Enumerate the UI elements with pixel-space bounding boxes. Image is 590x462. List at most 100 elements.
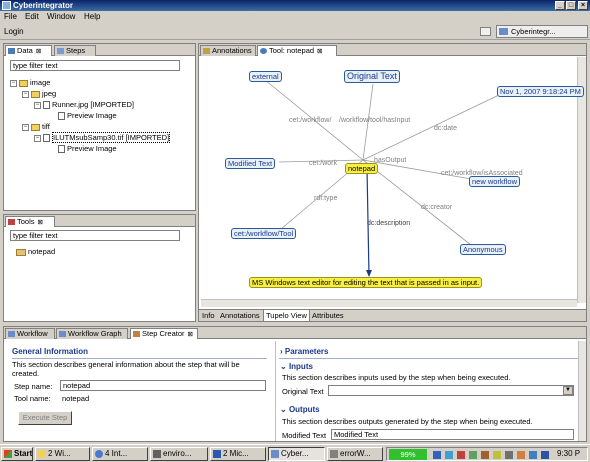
edge-label: hasOutput bbox=[374, 157, 407, 164]
original-text-label: Original Text bbox=[282, 387, 324, 396]
tab-annotations[interactable]: Annotations bbox=[200, 45, 256, 56]
task-microsoft[interactable]: 2 Mic... bbox=[210, 447, 266, 461]
tab-tool-notepad[interactable]: Tool: notepad ⊠ bbox=[257, 45, 337, 56]
tray-app-icon[interactable] bbox=[505, 451, 513, 459]
collapse-icon[interactable]: − bbox=[10, 79, 17, 87]
task-cyberintegrator[interactable]: Cyber... bbox=[268, 447, 325, 461]
tray-app-icon[interactable] bbox=[493, 451, 501, 459]
tab-data[interactable]: Data ⊠ bbox=[5, 45, 52, 56]
battery-indicator[interactable]: 99% bbox=[389, 449, 427, 460]
chevron-down-icon: ⌄ bbox=[280, 405, 289, 414]
close-button[interactable]: × bbox=[578, 1, 588, 10]
info-icon bbox=[260, 48, 267, 54]
close-icon[interactable]: ⊠ bbox=[36, 48, 41, 55]
task-internet[interactable]: 4 Int... bbox=[92, 447, 148, 461]
folder-icon bbox=[19, 79, 28, 87]
start-button[interactable]: Start bbox=[1, 447, 33, 461]
menu-help[interactable]: Help bbox=[84, 12, 100, 21]
folder-icon bbox=[38, 450, 46, 458]
node-new-workflow[interactable]: new workflow bbox=[469, 176, 521, 187]
node-modified-text[interactable]: Modified Text bbox=[225, 158, 276, 169]
collapse-icon[interactable]: − bbox=[22, 123, 29, 131]
network-icon[interactable] bbox=[433, 451, 441, 459]
tree-item-jpeg[interactable]: − jpeg bbox=[22, 89, 56, 98]
node-original-text[interactable]: Original Text bbox=[344, 70, 400, 83]
tree-item-preview-image[interactable]: Preview Image bbox=[58, 111, 117, 121]
menu-window[interactable]: Window bbox=[47, 12, 75, 21]
parameters-section: › Parameters ⌄ Inputs This section descr… bbox=[275, 341, 586, 441]
collapse-icon[interactable]: − bbox=[34, 101, 41, 109]
tool-item-notepad[interactable]: notepad bbox=[16, 247, 55, 256]
task-error[interactable]: errorW... bbox=[327, 447, 383, 461]
windows-logo-icon bbox=[4, 450, 12, 458]
file-icon bbox=[58, 112, 65, 121]
close-icon[interactable]: ⊠ bbox=[38, 219, 43, 226]
maximize-button[interactable]: □ bbox=[566, 1, 576, 10]
node-external[interactable]: external bbox=[249, 71, 282, 82]
minimize-button[interactable]: _ bbox=[555, 1, 565, 10]
parameters-scrollbar[interactable] bbox=[578, 341, 586, 441]
parameters-title[interactable]: › Parameters bbox=[280, 347, 328, 356]
security-icon[interactable] bbox=[457, 451, 465, 459]
tools-panel: Tools ⊠ type filter text notepad bbox=[3, 214, 196, 322]
tray-app-icon[interactable] bbox=[541, 451, 549, 459]
node-notepad[interactable]: notepad bbox=[345, 163, 379, 174]
data-icon bbox=[8, 48, 15, 54]
perspective-switcher[interactable]: Cyberintegr... bbox=[496, 25, 588, 38]
tab-steps[interactable]: Steps bbox=[54, 45, 96, 56]
tree-item-preview-image[interactable]: Preview Image bbox=[58, 144, 117, 154]
close-icon[interactable]: ⊠ bbox=[317, 48, 322, 55]
perspective-icon bbox=[499, 28, 508, 35]
step-name-label: Step name: bbox=[14, 382, 53, 391]
edge-label: dc:description bbox=[367, 220, 411, 227]
node-description[interactable]: MS Windows text editor for editing the t… bbox=[249, 277, 483, 288]
clock[interactable]: 9:30 P bbox=[557, 449, 580, 458]
tree-item-tiff[interactable]: − tiff bbox=[22, 122, 50, 131]
collapse-icon[interactable]: − bbox=[34, 134, 41, 142]
tab-info[interactable]: Info bbox=[202, 311, 215, 320]
tab-workflow-graph[interactable]: Workflow Graph bbox=[56, 328, 128, 339]
node-workflow-tool[interactable]: cet:/workflow/Tool bbox=[231, 228, 297, 239]
step-name-input[interactable]: notepad bbox=[60, 380, 266, 391]
node-date[interactable]: Nov 1, 2007 9:18:24 PM bbox=[497, 86, 584, 97]
login-button[interactable]: Login bbox=[4, 27, 24, 36]
bluetooth-icon[interactable] bbox=[445, 451, 453, 459]
tools-filter-input[interactable]: type filter text bbox=[10, 230, 180, 241]
tab-tools[interactable]: Tools ⊠ bbox=[5, 216, 55, 227]
original-text-select[interactable] bbox=[328, 385, 574, 396]
update-icon[interactable] bbox=[469, 451, 477, 459]
data-filter-input[interactable]: type filter text bbox=[10, 60, 180, 71]
tree-item-image[interactable]: − image bbox=[10, 78, 50, 87]
menu-edit[interactable]: Edit bbox=[25, 12, 39, 21]
tray-app-icon[interactable] bbox=[481, 451, 489, 459]
open-perspective-icon[interactable] bbox=[480, 27, 491, 36]
tab-annotations-view[interactable]: Annotations bbox=[220, 311, 260, 320]
node-anonymous[interactable]: Anonymous bbox=[460, 244, 506, 255]
collapse-icon[interactable]: − bbox=[22, 90, 29, 98]
execute-step-button[interactable]: Execute Step bbox=[18, 411, 72, 425]
tree-item-runner-jpg[interactable]: − Runner.jpg [IMPORTED] bbox=[34, 100, 134, 110]
modified-text-input[interactable]: Modified Text bbox=[331, 429, 574, 440]
tab-workflow[interactable]: Workflow bbox=[5, 328, 55, 339]
dropdown-arrow-icon[interactable]: ▼ bbox=[563, 386, 573, 395]
inputs-title[interactable]: ⌄ Inputs bbox=[280, 362, 313, 371]
close-icon[interactable]: ⊠ bbox=[188, 331, 193, 338]
console-icon bbox=[330, 450, 338, 458]
chevron-down-icon: ⌄ bbox=[280, 362, 289, 371]
file-icon bbox=[43, 101, 50, 110]
outputs-title[interactable]: ⌄ Outputs bbox=[280, 405, 320, 414]
edge-date bbox=[362, 94, 500, 161]
edge-label: rdf:type bbox=[314, 195, 338, 202]
tab-step-creator[interactable]: Step Creator ⊠ bbox=[130, 328, 198, 339]
volume-icon[interactable] bbox=[529, 451, 537, 459]
divider bbox=[279, 358, 579, 359]
tree-item-ilut-tif[interactable]: − ILUTMsubSamp30.tif [IMPORTED] bbox=[34, 132, 171, 143]
task-explorer[interactable]: 2 Wi... bbox=[35, 447, 90, 461]
menu-file[interactable]: File bbox=[4, 12, 17, 21]
tray-app-icon[interactable] bbox=[517, 451, 525, 459]
file-icon bbox=[58, 145, 65, 154]
tab-attributes[interactable]: Attributes bbox=[312, 311, 344, 320]
task-enviro[interactable]: enviro... bbox=[150, 447, 208, 461]
inputs-description: This section describes inputs used by th… bbox=[282, 373, 511, 382]
edge-label: /workflow/tool/hasInput bbox=[339, 117, 411, 124]
